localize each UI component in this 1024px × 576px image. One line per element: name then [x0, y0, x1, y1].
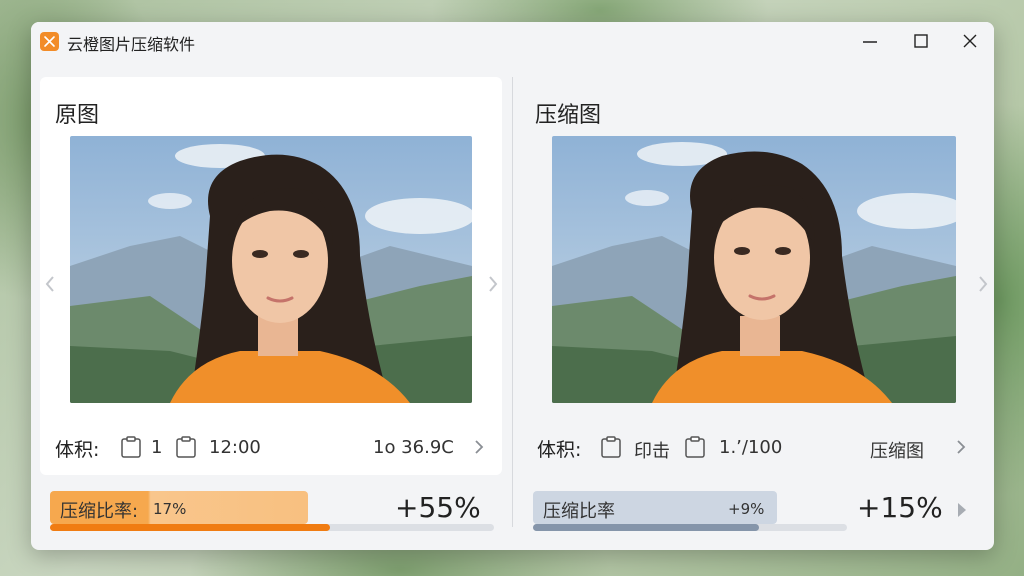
next-compressed-button[interactable] [975, 273, 991, 295]
ratio-progress-fill [50, 524, 330, 531]
clipboard-icon[interactable] [174, 435, 198, 459]
chevron-right-icon [489, 276, 498, 292]
compressed-image [552, 136, 956, 403]
title-bar[interactable]: 云橙图片压缩软件 [31, 22, 994, 60]
chevron-left-icon [45, 276, 54, 292]
app-logo-icon [40, 32, 59, 51]
compressed-size-row: 体积: 印击 1.’/100 压缩图 [537, 433, 967, 462]
original-ratio-block: 压缩比率: 17% +55% [50, 491, 494, 533]
ratio-label: 压缩比率 [543, 501, 615, 522]
size-value-b: 1.’/100 [719, 437, 783, 458]
original-image [70, 136, 472, 403]
app-title: 云橙图片压缩软件 [67, 35, 196, 54]
chevron-right-icon[interactable] [956, 501, 968, 523]
size-value-a: 1 [151, 437, 163, 458]
compressed-ratio-block: 压缩比率 +9% +15% [533, 491, 973, 533]
minimize-button[interactable] [846, 22, 894, 60]
clipboard-icon[interactable] [683, 435, 707, 459]
size-label: 体积: [537, 439, 582, 461]
ratio-big-value: +55% [395, 491, 481, 524]
prev-image-button[interactable] [42, 273, 58, 295]
app-window: 云橙图片压缩软件 原图 体积: 1 12:00 1o 36.9C 压缩图 体积:… [31, 22, 994, 550]
ratio-inner-value: +9% [728, 500, 765, 518]
size-value-right: 压缩图 [870, 441, 924, 462]
chevron-right-icon[interactable] [955, 438, 967, 460]
panel-divider [512, 77, 513, 527]
compressed-panel: 压缩图 体积: 印击 1.’/100 压缩图 [514, 77, 966, 475]
minimize-icon [863, 41, 877, 43]
chevron-right-icon[interactable] [473, 438, 485, 460]
ratio-progress-track [50, 524, 494, 531]
close-icon [963, 34, 977, 48]
original-title: 原图 [55, 103, 100, 128]
chevron-right-icon [979, 276, 988, 292]
maximize-button[interactable] [897, 22, 945, 60]
clipboard-icon[interactable] [599, 435, 623, 459]
maximize-icon [914, 34, 928, 48]
close-button[interactable] [946, 22, 994, 60]
ratio-progress-track [533, 524, 847, 531]
ratio-progress-fill [533, 524, 760, 531]
size-label: 体积: [55, 439, 100, 461]
ratio-big-value: +15% [857, 491, 943, 524]
clipboard-icon[interactable] [119, 435, 143, 459]
size-value-b: 12:00 [209, 437, 261, 458]
size-value-right: 1o 36.9C [373, 437, 454, 458]
original-size-row: 体积: 1 12:00 1o 36.9C [55, 433, 495, 461]
ratio-inner-value: 17% [153, 500, 187, 518]
original-panel: 原图 体积: 1 12:00 1o 36.9C [40, 77, 502, 475]
ratio-label: 压缩比率: [60, 501, 139, 522]
next-image-button[interactable] [485, 273, 501, 295]
size-value-a: 印击 [634, 441, 670, 462]
compressed-title: 压缩图 [535, 103, 602, 128]
